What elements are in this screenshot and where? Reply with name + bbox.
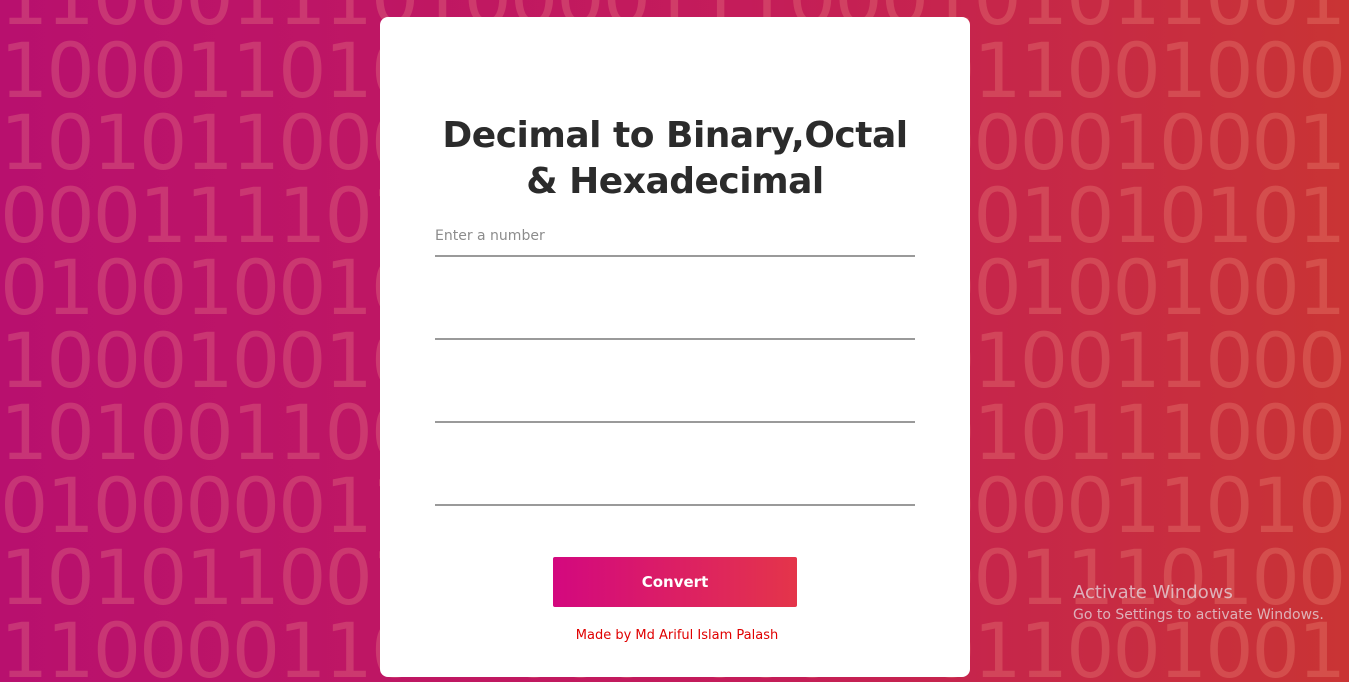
author-credit: Made by Md Ariful Islam Palash <box>380 628 974 643</box>
converter-card: Decimal to Binary,Octal & Hexadecimal Co… <box>380 17 970 677</box>
title-line-2: & Hexadecimal <box>380 159 970 205</box>
octal-output-field[interactable] <box>435 383 915 423</box>
watermark-subtitle: Go to Settings to activate Windows. <box>1073 604 1324 626</box>
page-title: Decimal to Binary,Octal & Hexadecimal <box>380 113 970 205</box>
watermark-title: Activate Windows <box>1073 582 1324 604</box>
decimal-input[interactable] <box>435 217 915 257</box>
activate-windows-watermark: Activate Windows Go to Settings to activ… <box>1073 582 1324 626</box>
title-line-1: Decimal to Binary,Octal <box>380 113 970 159</box>
convert-button[interactable]: Convert <box>553 557 797 607</box>
binary-output-field[interactable] <box>435 300 915 340</box>
hexadecimal-output-field[interactable] <box>435 466 915 506</box>
